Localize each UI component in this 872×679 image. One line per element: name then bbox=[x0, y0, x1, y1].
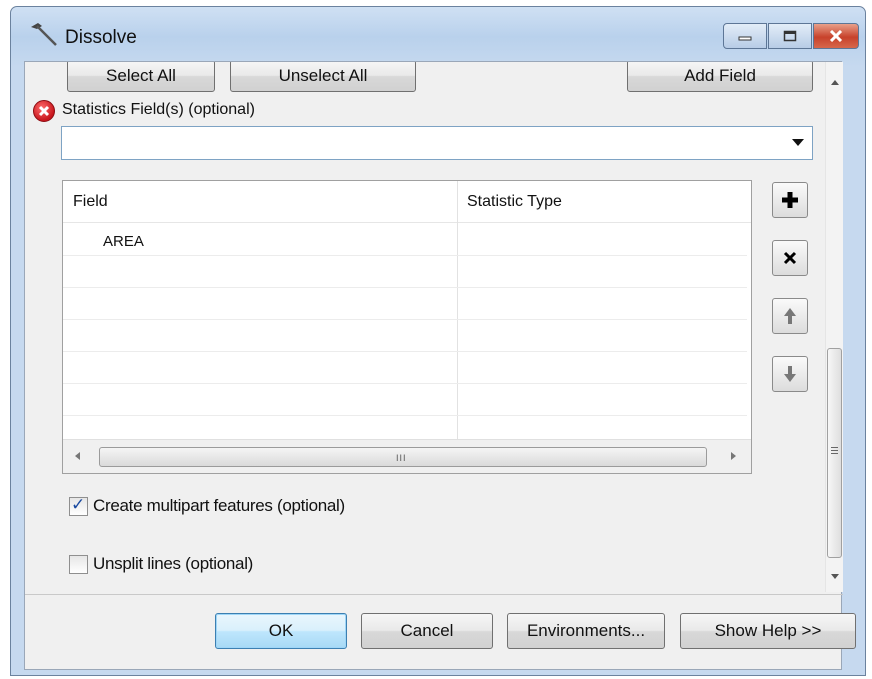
column-header-statistic-type[interactable]: Statistic Type bbox=[467, 193, 562, 211]
scroll-up-icon[interactable] bbox=[831, 80, 839, 85]
unselect-all-button[interactable]: Unselect All bbox=[230, 62, 416, 92]
scroll-grip: III bbox=[396, 453, 407, 463]
column-header-field[interactable]: Field bbox=[73, 193, 108, 211]
chevron-down-icon[interactable] bbox=[792, 139, 804, 146]
table-cell-field[interactable]: AREA bbox=[103, 233, 144, 250]
checkmark-icon: ✓ bbox=[71, 494, 86, 514]
row-divider bbox=[63, 351, 747, 352]
horizontal-scrollbar[interactable]: III bbox=[63, 439, 751, 473]
window-controls bbox=[722, 23, 859, 49]
delete-icon bbox=[783, 251, 797, 265]
unsplit-label: Unsplit lines (optional) bbox=[93, 554, 254, 573]
show-help-button[interactable]: Show Help >> bbox=[680, 613, 856, 649]
arrow-down-icon bbox=[784, 366, 796, 382]
delete-statistic-button[interactable] bbox=[772, 240, 808, 276]
select-all-button[interactable]: Select All bbox=[67, 62, 215, 92]
ok-button[interactable]: OK bbox=[215, 613, 347, 649]
close-icon bbox=[829, 30, 843, 42]
vertical-scrollbar[interactable] bbox=[825, 62, 843, 592]
error-icon bbox=[33, 100, 55, 122]
row-divider bbox=[63, 319, 747, 320]
plus-icon bbox=[782, 192, 798, 208]
unsplit-checkbox[interactable] bbox=[69, 554, 88, 574]
statistics-table: Field Statistic Type AREA III bbox=[62, 180, 752, 474]
environments-button[interactable]: Environments... bbox=[507, 613, 665, 649]
column-divider bbox=[457, 181, 458, 439]
scroll-right-icon[interactable] bbox=[731, 452, 736, 460]
table-header: Field Statistic Type bbox=[63, 181, 751, 223]
dissolve-dialog: Dissolve Select All Unselect All Add Fie… bbox=[10, 6, 866, 676]
window-title: Dissolve bbox=[65, 27, 137, 48]
title-bar[interactable]: Dissolve bbox=[11, 7, 865, 57]
cancel-button[interactable]: Cancel bbox=[361, 613, 493, 649]
parameters-panel: Select All Unselect All Add Field Statis… bbox=[25, 62, 843, 592]
maximize-icon bbox=[783, 30, 797, 42]
statistics-field-combo[interactable] bbox=[61, 126, 813, 160]
footer-separator bbox=[25, 594, 843, 595]
arrow-up-icon bbox=[784, 308, 796, 324]
minimize-button[interactable] bbox=[723, 23, 767, 49]
move-up-button[interactable] bbox=[772, 298, 808, 334]
multipart-checkbox[interactable]: ✓ bbox=[69, 494, 88, 516]
row-divider bbox=[63, 287, 747, 288]
add-statistic-button[interactable] bbox=[772, 182, 808, 218]
vertical-scroll-thumb[interactable] bbox=[827, 348, 842, 558]
hammer-icon bbox=[31, 23, 57, 46]
row-divider bbox=[63, 255, 747, 256]
minimize-icon bbox=[738, 36, 752, 41]
row-divider bbox=[63, 415, 747, 416]
statistics-fields-label: Statistics Field(s) (optional) bbox=[62, 101, 255, 118]
scroll-left-icon[interactable] bbox=[75, 452, 80, 460]
unsplit-option[interactable]: Unsplit lines (optional) bbox=[69, 554, 253, 574]
maximize-button[interactable] bbox=[768, 23, 812, 49]
horizontal-scroll-thumb[interactable]: III bbox=[99, 447, 707, 467]
move-down-button[interactable] bbox=[772, 356, 808, 392]
multipart-option[interactable]: ✓ Create multipart features (optional) bbox=[69, 494, 345, 516]
add-field-button[interactable]: Add Field bbox=[627, 62, 813, 92]
scroll-grip-icon bbox=[831, 447, 838, 456]
close-window-button[interactable] bbox=[813, 23, 859, 49]
row-divider bbox=[63, 383, 747, 384]
multipart-label: Create multipart features (optional) bbox=[93, 496, 345, 515]
dialog-body: Select All Unselect All Add Field Statis… bbox=[24, 61, 856, 670]
scroll-down-icon[interactable] bbox=[831, 574, 839, 579]
